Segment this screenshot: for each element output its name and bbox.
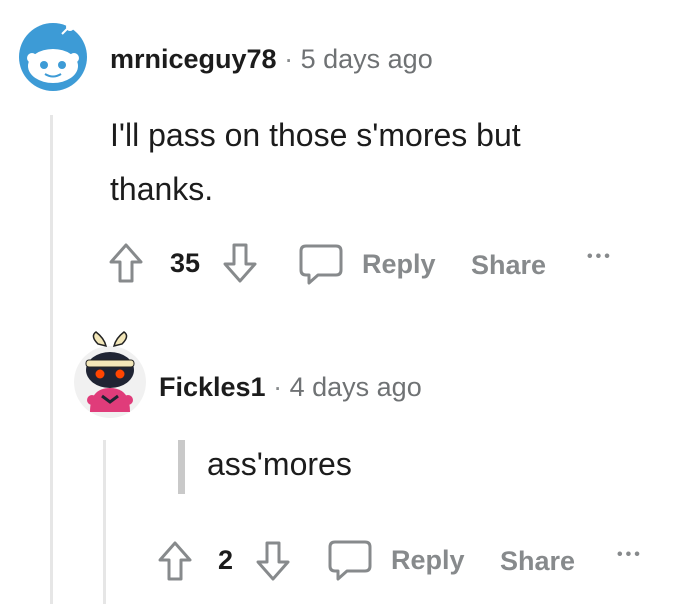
thread-line[interactable]	[50, 115, 53, 604]
thread-line[interactable]	[103, 440, 106, 604]
snoo-ninja-avatar-icon	[74, 331, 146, 418]
blockquote-bar	[178, 440, 185, 494]
username-link[interactable]: mrniceguy78	[110, 44, 277, 74]
username-link[interactable]: Fickles1	[159, 372, 266, 402]
timestamp[interactable]: 5 days ago	[301, 44, 433, 74]
meta-separator: ·	[284, 44, 294, 74]
reply-button[interactable]: Reply	[327, 538, 465, 582]
downvote-button[interactable]	[222, 242, 258, 284]
comment-body: I'll pass on those s'mores but thanks.	[110, 117, 521, 207]
snoo-default-avatar-icon	[19, 23, 87, 91]
more-options-button[interactable]: •••	[617, 546, 643, 564]
user-avatar[interactable]	[70, 330, 150, 420]
user-avatar[interactable]	[18, 22, 88, 92]
share-button[interactable]: Share	[471, 250, 546, 281]
downvote-arrow-icon	[256, 541, 290, 581]
upvote-button[interactable]	[108, 242, 144, 284]
blockquote-text: ass'mores	[207, 446, 352, 482]
upvote-arrow-icon	[158, 541, 192, 581]
share-button[interactable]: Share	[500, 546, 575, 577]
comment-bubble-icon	[299, 244, 343, 285]
upvote-button[interactable]	[157, 540, 193, 582]
vote-count: 35	[170, 248, 201, 278]
vote-count: 2	[218, 545, 234, 575]
comment-bubble-icon	[328, 540, 372, 581]
downvote-button[interactable]	[255, 540, 291, 582]
upvote-arrow-icon	[109, 243, 143, 283]
comment-meta: mrniceguy78 · 5 days ago	[110, 44, 433, 75]
meta-separator: ·	[273, 372, 283, 402]
downvote-arrow-icon	[223, 243, 257, 283]
more-options-button[interactable]: •••	[587, 248, 613, 266]
reply-button[interactable]: Reply	[298, 242, 436, 286]
timestamp[interactable]: 4 days ago	[290, 372, 422, 402]
reply-label: Reply	[362, 248, 436, 279]
reply-label: Reply	[391, 544, 465, 575]
comment-meta: Fickles1 · 4 days ago	[159, 372, 422, 403]
